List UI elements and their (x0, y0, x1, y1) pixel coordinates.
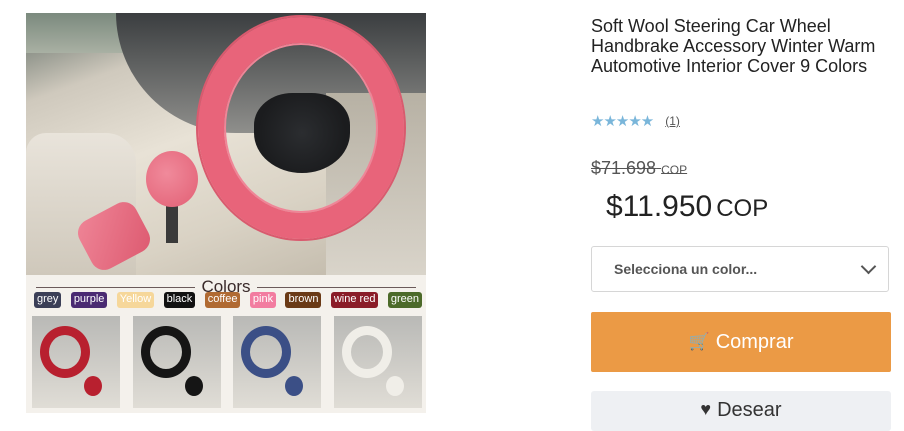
old-price-value: $71.698 (591, 158, 657, 178)
buy-button-label: Comprar (715, 330, 794, 353)
color-thumbnail[interactable] (233, 316, 322, 408)
price-currency: COP (716, 195, 769, 222)
product-photo (26, 13, 426, 275)
product-rating: ★★★★★ (1) (591, 112, 680, 130)
reviews-count-link[interactable]: (1) (665, 114, 680, 128)
wishlist-button-label: Desear (717, 399, 782, 421)
color-swatch: pink (249, 292, 277, 308)
color-select-placeholder: Selecciona un color... (614, 261, 758, 277)
product-title: Soft Wool Steering Car Wheel Handbrake A… (591, 16, 876, 76)
color-swatch: Yellow (116, 292, 155, 308)
color-thumbnail[interactable] (333, 316, 422, 408)
price-value: $11.950 (606, 190, 713, 223)
thumbnail-knob-cover (184, 376, 203, 396)
color-thumbnail[interactable] (32, 316, 120, 408)
gear-knob-cover (146, 151, 198, 207)
color-swatch: brown (285, 292, 322, 308)
color-select[interactable]: Selecciona un color... (591, 246, 889, 292)
thumbnail-wheel-cover (241, 326, 292, 378)
color-swatches: grey purple Yellow black coffee pink brown wine… (34, 292, 422, 308)
old-price-currency: COP (661, 163, 688, 177)
chevron-down-icon (860, 258, 877, 274)
product-image[interactable]: Colors grey purple Yellow black coffee pink br… (26, 13, 426, 413)
old-price: $71.698 COP (591, 158, 687, 179)
cart-icon: 🛒 (688, 332, 710, 351)
buy-button[interactable]: 🛒 Comprar (591, 312, 891, 372)
color-swatch: grey (34, 292, 62, 308)
color-swatch: wine red (330, 292, 379, 308)
gear-shaft (166, 203, 178, 243)
thumbnail-knob-cover (84, 376, 102, 396)
thumbnail-wheel-cover (341, 326, 392, 378)
heart-icon: ♥ (700, 399, 712, 419)
color-thumbnails (32, 316, 422, 413)
wishlist-button[interactable]: ♥ Desear (591, 391, 891, 431)
color-thumbnail[interactable] (132, 316, 221, 408)
color-swatch: coffee (204, 292, 241, 308)
color-swatch: black (163, 292, 196, 308)
color-swatch: purple (70, 292, 108, 308)
thumbnail-knob-cover (385, 376, 404, 396)
color-swatch: green (387, 292, 422, 308)
thumbnail-knob-cover (285, 376, 304, 396)
current-price: $11.950 COP (606, 190, 768, 224)
rating-stars-icon: ★★★★★ (591, 113, 654, 130)
steering-wheel-hub (254, 93, 350, 173)
thumbnail-wheel-cover (40, 326, 90, 378)
thumbnail-wheel-cover (140, 326, 191, 378)
